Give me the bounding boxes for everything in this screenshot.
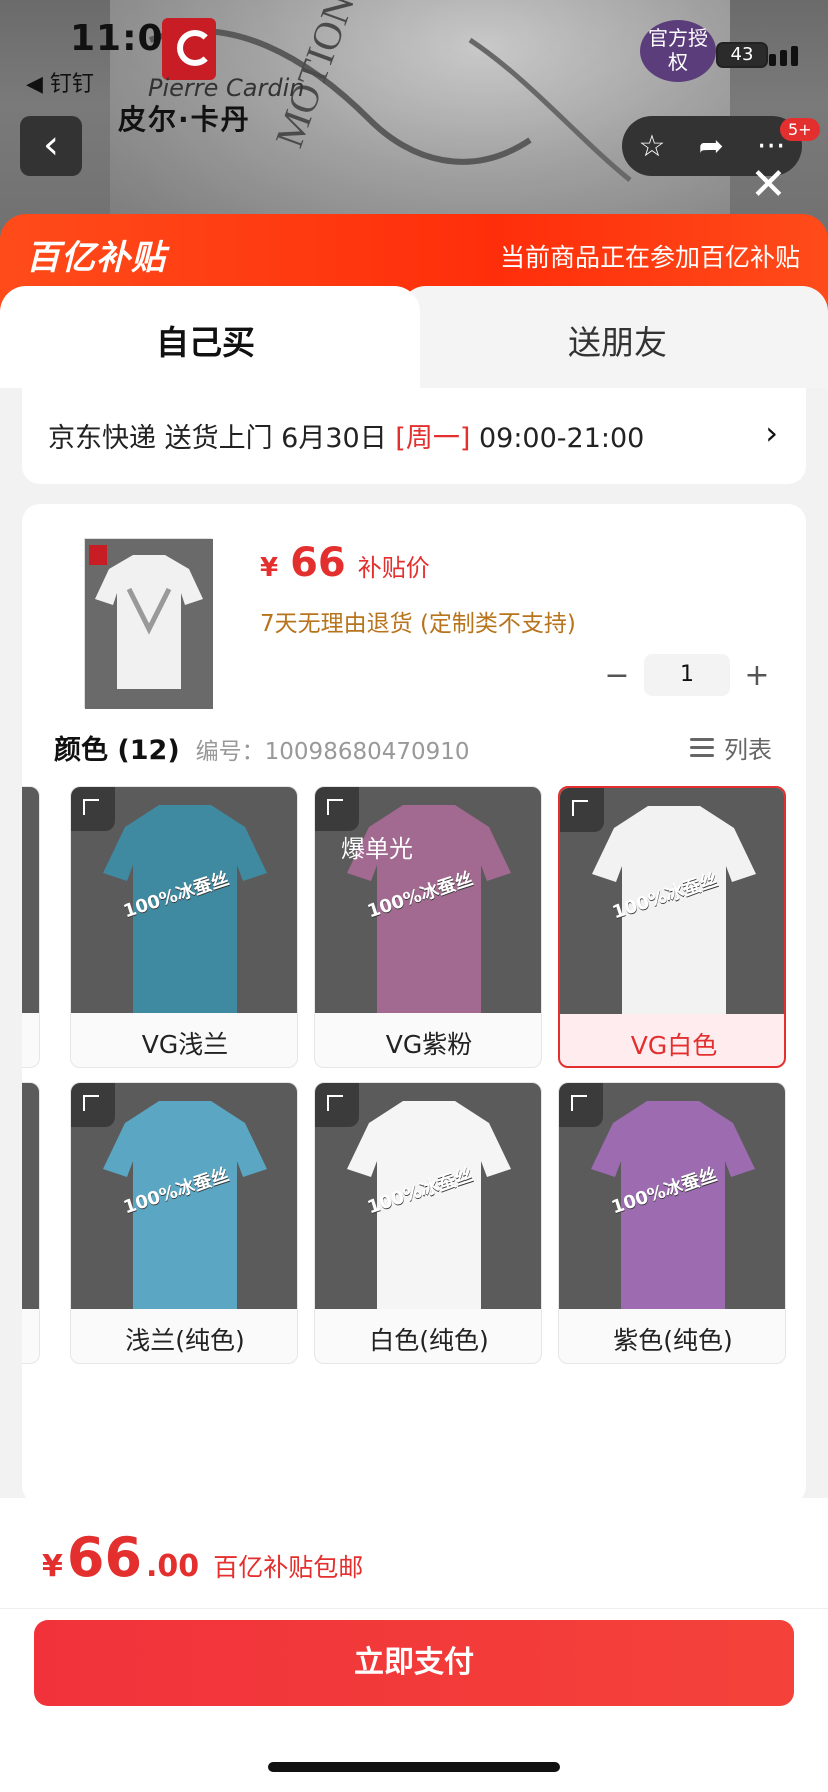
expand-icon[interactable]: [315, 1083, 359, 1127]
expand-icon[interactable]: [71, 787, 115, 831]
checkout-bar: ¥66.00 百亿补贴包邮 立即支付: [0, 1498, 828, 1792]
delivery-prefix: 京东快递 送货上门 6月30日: [48, 423, 396, 454]
color-tile[interactable]: 100%冰蚕丝 爆单光 VG紫粉: [314, 786, 542, 1068]
home-indicator: [268, 1762, 560, 1772]
return-policy: 7天无理由退货 (定制类不支持): [260, 611, 576, 637]
divider: [0, 1608, 828, 1609]
overlay-text: 爆单光: [341, 835, 413, 863]
chevron-right-icon: ›: [765, 414, 778, 452]
battery-icon: 43: [716, 42, 768, 68]
price-value: 66: [290, 540, 346, 586]
list-view-toggle[interactable]: 列表: [690, 730, 772, 765]
total-price-integer: 66: [66, 1526, 143, 1589]
total-price-decimal: .00: [146, 1549, 200, 1584]
color-tile[interactable]: 100%冰蚕丝 VG白色: [558, 786, 786, 1068]
status-bar: 11:03 ◀ 钉钉 Pierre Cardin 皮尔·卡丹 官方授权 43: [0, 0, 828, 136]
close-icon[interactable]: ✕: [750, 163, 787, 207]
delivery-weekday: [周一]: [395, 423, 471, 454]
color-title: 颜色 (12): [54, 735, 180, 766]
pay-now-button[interactable]: 立即支付: [34, 1620, 794, 1706]
color-tile[interactable]: 100%冰蚕丝 VG浅兰: [70, 786, 298, 1068]
expand-icon[interactable]: [560, 788, 604, 832]
sku-number: 编号：10098680470910: [195, 739, 470, 765]
color-label: 浅兰(纯色): [125, 1326, 245, 1355]
expand-icon[interactable]: [315, 787, 359, 831]
expand-icon[interactable]: [71, 1083, 115, 1127]
delivery-row[interactable]: 京东快递 送货上门 6月30日 [周一] 09:00-21:00 ›: [22, 388, 806, 484]
quantity-value[interactable]: 1: [644, 654, 730, 696]
decrease-button[interactable]: −: [602, 658, 632, 693]
expand-icon[interactable]: [559, 1083, 603, 1127]
tab-gift[interactable]: 送朋友: [400, 286, 828, 388]
subsidy-logo: 百亿补贴: [26, 238, 166, 278]
price-row: ¥66 补贴价: [260, 540, 430, 586]
color-tile[interactable]: 100%冰蚕丝 白色(纯色): [314, 1082, 542, 1364]
total-price: ¥66.00 百亿补贴包邮: [42, 1526, 363, 1589]
color-label: VG浅兰: [141, 1030, 229, 1059]
price-tag: 补贴价: [357, 554, 430, 582]
back-button[interactable]: ‹: [20, 116, 82, 176]
official-authorized-badge: 官方授权: [640, 20, 716, 82]
tab-self-buy-label: 自己买: [156, 323, 255, 362]
sheet-content: 京东快递 送货上门 6月30日 [周一] 09:00-21:00 › ¥66 补贴…: [0, 388, 828, 1504]
color-tile-partial[interactable]: [22, 786, 40, 1068]
color-label: 白色(纯色): [369, 1326, 489, 1355]
color-tile-image: [22, 787, 39, 1013]
subsidy-message: 当前商品正在参加百亿补贴: [499, 243, 800, 272]
product-thumbnail[interactable]: [84, 538, 213, 709]
quantity-stepper: − 1 +: [602, 654, 772, 696]
color-header: 颜色 (12) 编号：10098680470910: [54, 728, 470, 767]
tab-gift-label: 送朋友: [568, 323, 667, 362]
list-icon: [690, 736, 714, 760]
brand-name: 皮尔·卡丹: [118, 103, 251, 136]
color-label: VG白色: [630, 1031, 718, 1060]
color-tile-image: [22, 1083, 39, 1309]
favorite-star-icon[interactable]: ☆: [639, 129, 666, 164]
color-label: VG紫粉: [385, 1030, 473, 1059]
product-card: ¥66 补贴价 7天无理由退货 (定制类不支持) − 1 + 颜色 (12) 编号…: [22, 504, 806, 1504]
color-tile[interactable]: 100%冰蚕丝 紫色(纯色): [558, 1082, 786, 1364]
brand-logo-icon: [162, 18, 216, 80]
delivery-text: 京东快递 送货上门 6月30日 [周一] 09:00-21:00: [48, 416, 644, 455]
color-label: 紫色(纯色): [613, 1326, 733, 1355]
color-tile[interactable]: 100%冰蚕丝 浅兰(纯色): [70, 1082, 298, 1364]
price-symbol: ¥: [260, 553, 279, 583]
share-icon[interactable]: ➦: [699, 129, 724, 164]
increase-button[interactable]: +: [742, 658, 772, 693]
list-toggle-label: 列表: [724, 736, 772, 764]
message-count-badge: 5+: [780, 118, 820, 141]
total-price-symbol: ¥: [42, 1549, 63, 1584]
delivery-time: 09:00-21:00: [470, 423, 645, 454]
tab-self-buy[interactable]: 自己买: [0, 286, 420, 388]
color-tile-partial[interactable]: [22, 1082, 40, 1364]
total-price-note: 百亿补贴包邮: [213, 1553, 364, 1582]
purchase-tabs: 送朋友 自己买: [0, 286, 828, 388]
back-to-app-link[interactable]: ◀ 钉钉: [26, 66, 94, 98]
